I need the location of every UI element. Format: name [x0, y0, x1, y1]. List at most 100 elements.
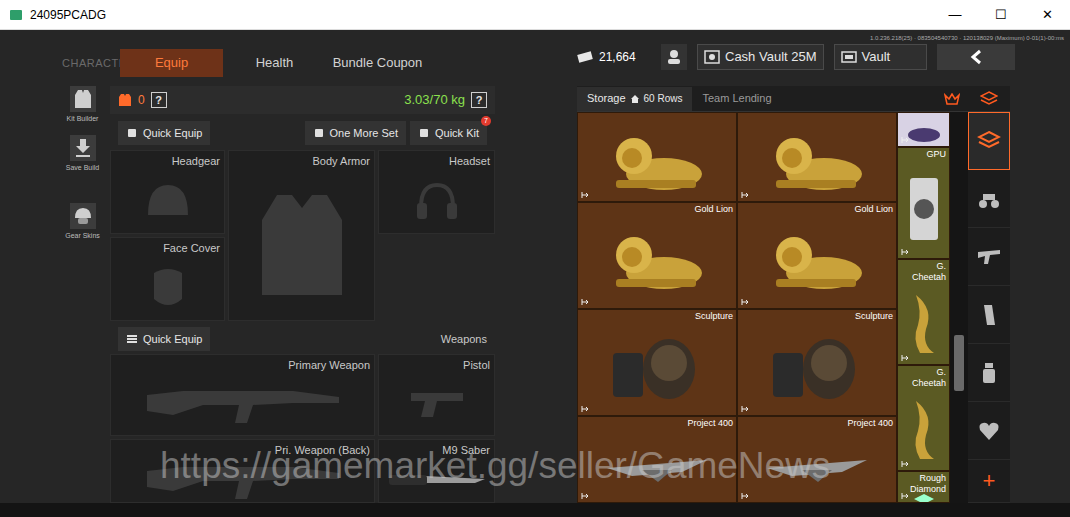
nav-tab[interactable]: Health — [223, 49, 326, 77]
vault-button[interactable]: Cash Vault 25M — [697, 44, 824, 70]
move-out-icon — [581, 405, 589, 413]
storage-item[interactable]: Project 400 — [737, 416, 897, 503]
sort-button[interactable] — [936, 93, 968, 105]
agent-icon — [666, 49, 682, 65]
item-name: G. Cheetah — [901, 367, 946, 389]
plane-model-icon — [762, 446, 872, 486]
storage-tab[interactable]: Team Lending — [692, 87, 781, 111]
storage-item[interactable]: Gold Lion — [577, 202, 737, 309]
title-bar: 24095PCADG—☐✕ — [0, 0, 1070, 30]
slot-label: Face Cover — [163, 240, 220, 257]
stack-button[interactable] — [968, 91, 1010, 107]
vault-icon — [841, 50, 857, 64]
equipment-slot[interactable]: Headgear — [110, 150, 225, 234]
sidebar-item[interactable]: Save Build — [66, 135, 99, 174]
category-button[interactable] — [968, 402, 1010, 460]
storage-grid: Gold LionGold LionSculptureSculptureProj… — [577, 112, 950, 503]
storage-item[interactable] — [897, 112, 950, 147]
gear-action-button[interactable]: Quick Kit — [410, 121, 487, 145]
bottom-bar — [0, 503, 1070, 517]
crown-icon — [944, 93, 960, 105]
item-name: Gold Lion — [854, 204, 893, 215]
gear-action-button[interactable]: Quick Equip — [118, 121, 210, 145]
armor-vest-icon — [118, 93, 132, 107]
window-control-button[interactable]: — — [932, 0, 978, 30]
category-rail: + — [968, 112, 1010, 503]
window-control-button[interactable]: ☐ — [978, 0, 1024, 30]
move-out-icon — [901, 354, 909, 362]
help-button[interactable]: ? — [151, 92, 167, 108]
category-button[interactable] — [968, 112, 1010, 170]
move-out-icon — [741, 492, 749, 500]
move-out-icon — [581, 298, 589, 306]
gold-cheetah-icon — [904, 289, 944, 359]
equipment-slot[interactable]: M9 Saber — [378, 439, 495, 503]
purple-item-icon — [904, 127, 944, 145]
plane-model-icon — [602, 446, 712, 486]
equipment-slot[interactable]: Primary Weapon — [110, 354, 375, 436]
storage-item[interactable] — [577, 112, 737, 202]
supply-icon — [980, 361, 998, 385]
storage-item[interactable]: Sculpture — [577, 309, 737, 416]
storage-item[interactable]: Rough Diamond — [897, 471, 950, 503]
storage-item[interactable]: G. Cheetah — [897, 259, 950, 365]
account-button[interactable] — [661, 44, 687, 70]
gear-action-button[interactable]: One More Set — [305, 121, 406, 145]
weapons-title: Weapons — [441, 331, 487, 348]
action-icon — [313, 127, 325, 139]
app-window: 24095PCADG—☐✕1.0.236.218(25) · 083504540… — [0, 0, 1070, 517]
back-button[interactable] — [937, 44, 1015, 70]
move-out-icon — [581, 492, 589, 500]
slot-label: M9 Saber — [442, 442, 490, 459]
equipment-slot[interactable]: Headset — [378, 150, 495, 234]
storage-item[interactable] — [737, 112, 897, 202]
equipment-slot[interactable]: Pri. Weapon (Back) — [110, 439, 375, 503]
save-build-icon — [74, 138, 92, 158]
sidebar: Kit Builder Save Build Gear Skins — [60, 86, 105, 503]
section-label: CHARACTER — [62, 55, 120, 72]
storage-item[interactable]: Gold Lion — [737, 202, 897, 309]
storage-item[interactable]: G. Cheetah — [897, 365, 950, 471]
storage-item[interactable]: Project 400 — [577, 416, 737, 503]
gold-lion-icon — [602, 227, 712, 297]
category-button[interactable]: + — [968, 460, 1010, 503]
stack-icon — [980, 91, 998, 107]
storage-header: Storage60 RowsTeam Lending — [577, 86, 1010, 112]
quick-equip-button[interactable]: Quick Equip — [118, 327, 210, 351]
storage-tab[interactable]: Storage60 Rows — [577, 87, 692, 111]
storage-item[interactable]: GPU — [897, 147, 950, 259]
storage-panel: Storage60 RowsTeam LendingGold LionGold … — [577, 86, 1010, 503]
item-name: Sculpture — [695, 311, 733, 322]
sidebar-item[interactable]: Gear Skins — [65, 203, 100, 242]
storage-item[interactable]: Sculpture — [737, 309, 897, 416]
scrollbar[interactable] — [950, 112, 968, 503]
scrollbar-thumb[interactable] — [954, 335, 964, 391]
category-button[interactable] — [968, 170, 1010, 228]
pistol-icon — [407, 387, 467, 421]
equipment-slot[interactable]: Body Armor — [228, 150, 375, 321]
vehicle-icon — [977, 188, 1001, 210]
storage-row: Project 400Project 400 — [577, 416, 897, 503]
help-button[interactable]: ? — [471, 92, 487, 108]
storage-row: Gold Lion Gold Lion — [577, 202, 897, 309]
storage-row — [577, 112, 897, 202]
window-control-button[interactable]: ✕ — [1024, 0, 1070, 30]
item-name: G. Cheetah — [901, 261, 946, 283]
gear-skins-icon — [73, 206, 93, 226]
sidebar-item[interactable]: Kit Builder — [67, 86, 99, 125]
move-out-icon — [901, 492, 909, 500]
nav-tab[interactable]: Equip — [120, 49, 223, 77]
vault-button[interactable]: Vault — [834, 44, 927, 70]
equipment-slot[interactable]: Pistol — [378, 354, 495, 436]
category-button[interactable] — [968, 286, 1010, 344]
slot-label: Headset — [449, 153, 490, 170]
category-button[interactable] — [968, 344, 1010, 402]
cash-vault-icon — [704, 50, 720, 64]
category-button[interactable] — [968, 228, 1010, 286]
rifle-icon — [143, 457, 343, 503]
equipment-slot[interactable]: Face Cover — [110, 237, 225, 321]
gpu-icon — [904, 174, 944, 244]
rifle-category-icon — [976, 246, 1002, 268]
loadout-panel: 0?3.03/70 kg?Quick EquipOne More SetQuic… — [110, 86, 495, 503]
nav-tab[interactable]: Bundle Coupon — [326, 49, 429, 77]
